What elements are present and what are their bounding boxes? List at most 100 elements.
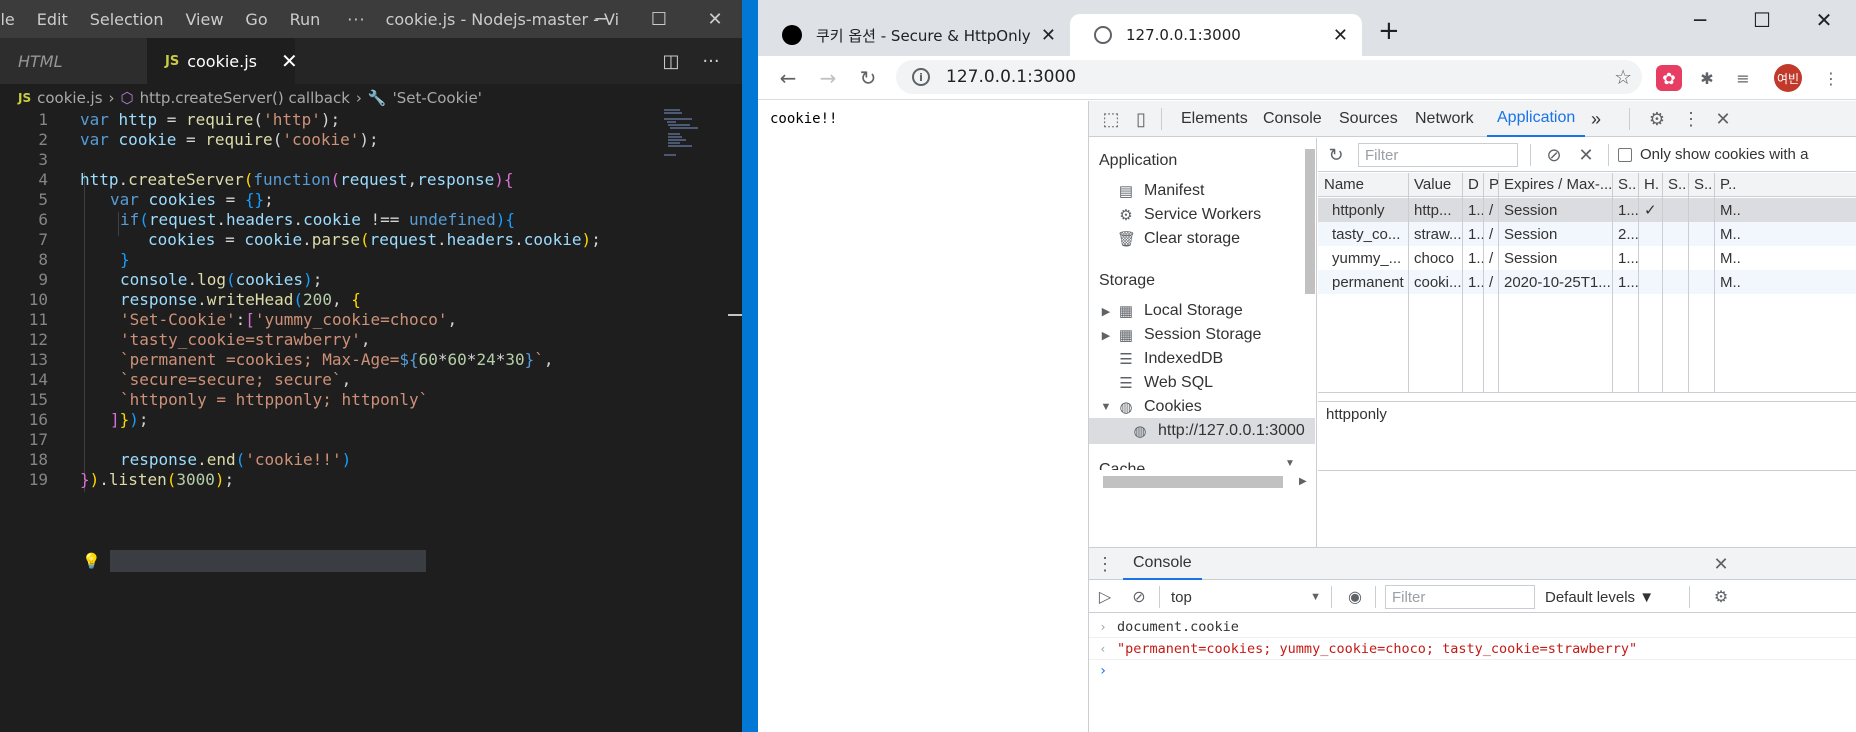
back-icon[interactable]: ← [772, 62, 804, 94]
log-levels-dropdown[interactable]: Default levels ▼ [1545, 585, 1654, 609]
menu-view[interactable]: View [174, 10, 234, 29]
column-header-domain[interactable]: D [1462, 173, 1483, 197]
column-header-value[interactable]: Value [1408, 173, 1462, 197]
column-header-samesite[interactable]: S.. [1688, 173, 1714, 197]
maximize-icon[interactable]: ☐ [632, 0, 686, 38]
column-header-name[interactable]: Name [1318, 173, 1408, 197]
table-row[interactable]: httponly http... 1.. / Session 1... ✓ M.… [1318, 198, 1856, 222]
context-selector[interactable]: top ▼ [1171, 585, 1321, 609]
sidebar-item-clear-storage[interactable]: 🗑 Clear storage [1089, 226, 1315, 252]
inspect-element-icon[interactable]: ⬚ [1097, 105, 1125, 133]
close-icon[interactable]: ✕ [688, 0, 742, 38]
more-actions-icon[interactable]: ··· [696, 46, 726, 76]
minimap[interactable] [662, 108, 722, 158]
settings-gear-icon[interactable]: ⚙ [1643, 105, 1671, 133]
drawer-tab-console[interactable]: Console [1123, 548, 1202, 580]
column-header-path[interactable]: P. [1483, 173, 1498, 197]
menu-edit[interactable]: Edit [26, 10, 79, 29]
expand-triangle-icon[interactable]: ▶ [1099, 305, 1113, 318]
sidebar-item-web-sql[interactable]: ☰ Web SQL [1089, 370, 1315, 396]
column-divider[interactable] [1688, 173, 1689, 392]
breadcrumb-function[interactable]: http.createServer() callback [140, 89, 350, 107]
bookmark-star-icon[interactable]: ☆ [1614, 65, 1632, 89]
column-divider[interactable] [1612, 173, 1613, 392]
split-editor-icon[interactable]: ◫ [656, 46, 686, 76]
only-show-issues-checkbox[interactable]: Only show cookies with a [1618, 146, 1808, 163]
address-bar[interactable]: i 127.0.0.1:3000 ☆ [896, 60, 1642, 94]
console-settings-gear-icon[interactable]: ⚙ [1707, 583, 1735, 611]
scroll-down-arrow-icon[interactable]: ▼ [1285, 458, 1295, 469]
sidebar-item-cookies[interactable]: ▼ ◍ Cookies [1089, 394, 1315, 420]
column-divider[interactable] [1483, 173, 1484, 392]
horizontal-scrollbar[interactable] [1103, 476, 1283, 488]
close-icon[interactable]: ✕ [1794, 0, 1854, 40]
tab-network[interactable]: Network [1415, 101, 1474, 137]
tab-close-icon[interactable]: ✕ [1333, 25, 1348, 46]
menu-go[interactable]: Go [234, 10, 278, 29]
table-row[interactable]: yummy_... choco 1.. / Session 1... M.. [1318, 246, 1856, 270]
console-sidebar-icon[interactable]: ▷ [1091, 583, 1119, 611]
table-row[interactable]: tasty_co... straw... 1.. / Session 2... … [1318, 222, 1856, 246]
browser-tab-cookie-options[interactable]: 쿠키 옵션 - Secure & HttpOnly ✕ [758, 14, 1070, 56]
kebab-menu-icon[interactable]: ⋮ [1091, 550, 1119, 578]
checkbox-box[interactable] [1618, 147, 1632, 162]
tab-console[interactable]: Console [1263, 101, 1322, 137]
vertical-scrollbar[interactable] [1305, 149, 1315, 294]
reload-icon[interactable]: ↻ [852, 62, 884, 94]
maximize-icon[interactable]: ☐ [1732, 0, 1792, 40]
delete-selected-icon[interactable]: ✕ [1572, 141, 1600, 169]
sidebar-item-service-workers[interactable]: ⚙ Service Workers [1089, 202, 1315, 228]
breadcrumb-file[interactable]: cookie.js [37, 89, 102, 107]
column-header-expires[interactable]: Expires / Max-... [1498, 173, 1612, 197]
browser-tab-localhost[interactable]: 127.0.0.1:3000 ✕ [1070, 14, 1362, 56]
tab-sources[interactable]: Sources [1339, 101, 1398, 137]
column-divider[interactable] [1638, 173, 1639, 392]
media-queue-icon[interactable]: ≡ [1730, 65, 1756, 91]
scroll-right-arrow-icon[interactable]: ▶ [1299, 476, 1307, 487]
tab-elements[interactable]: Elements [1181, 101, 1248, 137]
sidebar-item-session-storage[interactable]: ▶ ▦ Session Storage [1089, 322, 1315, 348]
scrollbar-indicator[interactable] [728, 314, 742, 316]
menu-selection[interactable]: Selection [79, 10, 175, 29]
extension-icon[interactable]: ✿ [1656, 65, 1682, 91]
column-header-secure[interactable]: S.. [1662, 173, 1688, 197]
breadcrumb-property[interactable]: 'Set-Cookie' [393, 89, 482, 107]
minimize-icon[interactable]: ─ [1670, 0, 1730, 40]
column-header-httponly[interactable]: H. [1638, 173, 1662, 197]
forward-icon[interactable]: → [812, 62, 844, 94]
column-divider[interactable] [1408, 173, 1409, 392]
console-prompt[interactable]: › [1089, 660, 1856, 682]
sidebar-item-manifest[interactable]: ▤ Manifest [1089, 178, 1315, 204]
minimize-icon[interactable]: ─ [574, 0, 628, 38]
tab-cookie-js[interactable]: JS cookie.js ✕ [147, 38, 298, 84]
tab-application[interactable]: Application [1487, 101, 1586, 137]
sidebar-item-cookie-origin[interactable]: ◍ http://127.0.0.1:3000 [1089, 418, 1315, 444]
site-info-icon[interactable]: i [912, 68, 930, 86]
close-drawer-icon[interactable]: ✕ [1707, 550, 1735, 578]
eye-icon[interactable]: ◉ [1341, 583, 1369, 611]
cookie-filter-input[interactable]: Filter [1358, 143, 1518, 167]
collapse-triangle-icon[interactable]: ▼ [1099, 401, 1113, 413]
expand-triangle-icon[interactable]: ▶ [1099, 329, 1113, 342]
table-row[interactable]: permanent cooki... 1.. / 2020-10-25T1...… [1318, 270, 1856, 294]
column-header-size[interactable]: S.. [1612, 173, 1638, 197]
device-toolbar-icon[interactable]: ▯ [1127, 105, 1155, 133]
tab-close-icon[interactable]: ✕ [281, 49, 298, 73]
menu-file[interactable]: ile [0, 10, 26, 29]
clear-all-icon[interactable]: ⊘ [1540, 141, 1568, 169]
column-divider[interactable] [1462, 173, 1463, 392]
menu-run[interactable]: Run [279, 10, 332, 29]
clear-console-icon[interactable]: ⊘ [1125, 583, 1153, 611]
kebab-menu-icon[interactable]: ⋮ [1677, 105, 1705, 133]
column-header-priority[interactable]: P.. [1714, 173, 1856, 197]
profile-avatar[interactable]: 여빈 [1774, 64, 1802, 92]
kebab-menu-icon[interactable]: ⋮ [1818, 65, 1844, 91]
new-tab-button[interactable]: + [1378, 16, 1400, 46]
tab-close-icon[interactable]: ✕ [1041, 25, 1056, 46]
more-tabs-icon[interactable]: » [1591, 101, 1601, 137]
column-divider[interactable] [1662, 173, 1663, 392]
lightbulb-icon[interactable]: 💡 [82, 552, 101, 570]
refresh-icon[interactable]: ↻ [1322, 141, 1350, 169]
puzzle-extensions-icon[interactable]: ✱ [1694, 65, 1720, 91]
code-editor[interactable]: 💡 1 var http = require('http'); 2 var cook… [0, 108, 742, 728]
